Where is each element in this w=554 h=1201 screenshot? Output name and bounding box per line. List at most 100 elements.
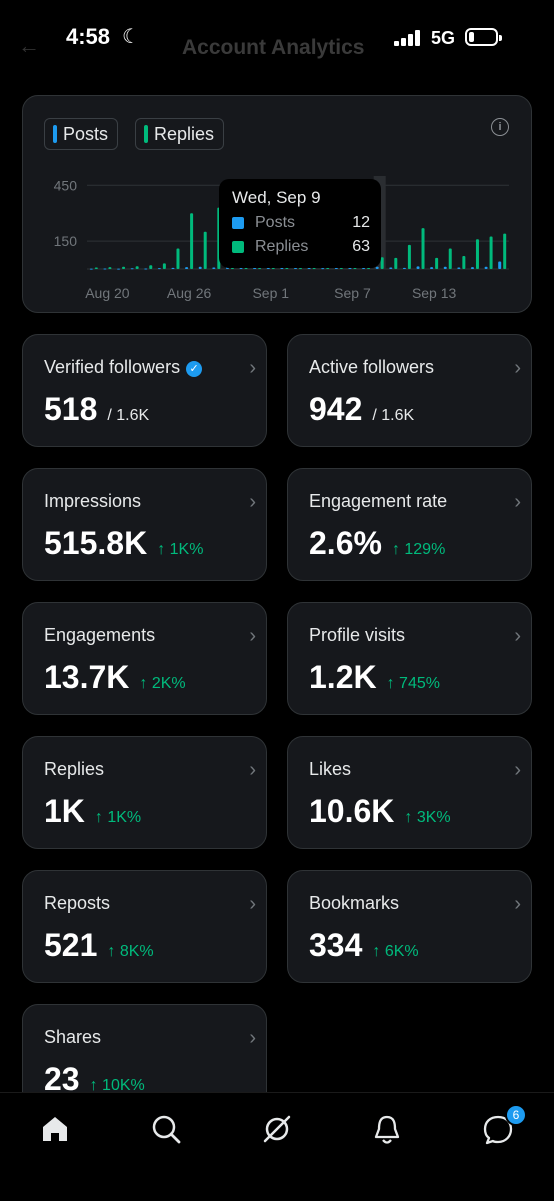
posts-bar[interactable] xyxy=(89,268,93,270)
posts-bar[interactable] xyxy=(117,268,121,270)
legend-replies-toggle[interactable]: Replies xyxy=(135,118,225,150)
metric-card-bookmarks[interactable]: Bookmarks › 334 ↑ 6K% xyxy=(287,870,532,983)
signal-icon xyxy=(394,30,424,46)
metric-value: 518/ 1.6K xyxy=(44,391,150,427)
metric-delta: ↑ 129% xyxy=(391,541,446,558)
metric-value: 515.8K ↑ 1K% xyxy=(44,525,204,561)
back-icon[interactable]: ← xyxy=(18,33,40,59)
posts-bar[interactable] xyxy=(402,267,406,269)
metric-value: 1.2K ↑ 745% xyxy=(309,659,440,695)
replies-bar[interactable] xyxy=(94,267,98,269)
replies-bar[interactable] xyxy=(135,266,139,269)
replies-bar[interactable] xyxy=(162,263,166,269)
metric-value: 521 ↑ 8K% xyxy=(44,927,154,963)
posts-bar[interactable] xyxy=(389,267,393,269)
posts-bar[interactable] xyxy=(103,268,107,270)
replies-bar[interactable] xyxy=(435,257,439,269)
x-tick-label: Sep 13 xyxy=(412,285,457,301)
posts-bar[interactable] xyxy=(185,267,189,269)
tooltip-row-replies: Replies 63 xyxy=(232,238,370,258)
posts-bar[interactable] xyxy=(443,266,447,269)
metric-delta: ↑ 745% xyxy=(386,675,440,692)
metric-delta: ↑ 1K% xyxy=(94,809,142,826)
metric-title: Engagements xyxy=(44,625,156,645)
x-tick-label: Aug 26 xyxy=(167,285,212,301)
metric-value: 334 ↑ 6K% xyxy=(309,927,419,963)
replies-bar[interactable] xyxy=(421,228,425,269)
chevron-right-icon: › xyxy=(514,893,521,915)
chevron-right-icon: › xyxy=(514,759,521,781)
metric-value: 2.6% ↑ 129% xyxy=(309,525,446,561)
replies-bar[interactable] xyxy=(407,244,411,269)
battery-icon xyxy=(465,28,502,46)
metric-delta: ↑ 2K% xyxy=(139,675,186,692)
metric-card-engagements[interactable]: Engagements › 13.7K ↑ 2K% xyxy=(22,602,267,715)
posts-bar[interactable] xyxy=(171,267,175,269)
metric-card-engagement-rate[interactable]: Engagement rate › 2.6% ↑ 129% xyxy=(287,468,532,581)
replies-bar[interactable] xyxy=(108,267,112,269)
metric-total: / 1.6K xyxy=(107,407,150,424)
tooltip-posts-value: 12 xyxy=(352,214,370,231)
metric-title: Engagement rate xyxy=(309,491,448,511)
posts-bar[interactable] xyxy=(144,268,148,270)
legend-replies-label: Replies xyxy=(154,123,215,144)
posts-bar[interactable] xyxy=(470,267,474,269)
metric-title: Shares xyxy=(44,1027,102,1047)
metric-card-profile-visits[interactable]: Profile visits › 1.2K ↑ 745% xyxy=(287,602,532,715)
metric-title: Verified followers ✓ xyxy=(44,357,203,378)
posts-bar[interactable] xyxy=(416,266,420,269)
chevron-right-icon: › xyxy=(249,491,256,513)
replies-bar[interactable] xyxy=(190,213,194,269)
metric-card-active-followers[interactable]: Active followers › 942/ 1.6K xyxy=(287,334,532,447)
replies-bar[interactable] xyxy=(448,248,452,269)
posts-bar[interactable] xyxy=(498,261,502,269)
replies-bar[interactable] xyxy=(176,248,180,269)
x-tick-label: Sep 7 xyxy=(334,285,371,301)
search-icon[interactable] xyxy=(146,1109,186,1149)
replies-bar[interactable] xyxy=(475,239,479,269)
replies-bar[interactable] xyxy=(394,257,398,269)
posts-color-swatch xyxy=(53,125,57,143)
posts-bar[interactable] xyxy=(280,267,284,269)
legend-posts-toggle[interactable]: Posts xyxy=(44,118,119,150)
replies-bar[interactable] xyxy=(489,236,493,269)
metric-delta: ↑ 3K% xyxy=(404,809,451,826)
posts-bar[interactable] xyxy=(130,268,134,270)
metric-card-replies[interactable]: Replies › 1K ↑ 1K% xyxy=(22,736,267,849)
metric-card-reposts[interactable]: Reposts › 521 ↑ 8K% xyxy=(22,870,267,983)
tooltip-row-posts: Posts 12 xyxy=(232,214,370,234)
notifications-icon[interactable] xyxy=(367,1109,407,1149)
posts-bar[interactable] xyxy=(198,266,202,269)
replies-bar[interactable] xyxy=(380,257,384,269)
y-tick-label: 150 xyxy=(54,233,78,249)
metric-card-likes[interactable]: Likes › 10.6K ↑ 3K% xyxy=(287,736,532,849)
chevron-right-icon: › xyxy=(249,759,256,781)
replies-bar[interactable] xyxy=(122,266,126,269)
posts-bar[interactable] xyxy=(212,267,216,269)
posts-bar[interactable] xyxy=(157,268,161,270)
page-title: Account Analytics xyxy=(182,36,365,59)
posts-bar[interactable] xyxy=(457,267,461,269)
metric-delta: ↑ 6K% xyxy=(372,943,419,960)
metric-card-impressions[interactable]: Impressions › 515.8K ↑ 1K% xyxy=(22,468,267,581)
posts-bar[interactable] xyxy=(375,266,379,269)
home-icon[interactable] xyxy=(35,1109,75,1149)
metric-title: Profile visits xyxy=(309,625,406,645)
chevron-right-icon: › xyxy=(514,491,521,513)
info-icon[interactable]: i xyxy=(491,118,509,136)
posts-bar[interactable] xyxy=(430,267,434,269)
grok-icon[interactable] xyxy=(257,1109,297,1149)
tooltip-replies-label: Replies xyxy=(255,238,309,255)
posts-bar[interactable] xyxy=(321,268,325,270)
replies-bar[interactable] xyxy=(203,231,207,269)
replies-bar[interactable] xyxy=(462,255,466,269)
posts-bar[interactable] xyxy=(484,266,488,269)
posts-swatch xyxy=(232,217,244,229)
activity-chart-card: 450 150 Aug 20 Aug 26 Sep 1 Sep 7 Sep 13 Posts… xyxy=(22,95,532,313)
metric-value: 10.6K ↑ 3K% xyxy=(309,793,451,829)
chevron-right-icon: › xyxy=(249,357,256,379)
replies-bar[interactable] xyxy=(503,233,507,269)
metric-card-verified-followers[interactable]: Verified followers ✓ › 518/ 1.6K xyxy=(22,334,267,447)
replies-bar[interactable] xyxy=(149,265,153,269)
posts-bar[interactable] xyxy=(334,267,338,269)
